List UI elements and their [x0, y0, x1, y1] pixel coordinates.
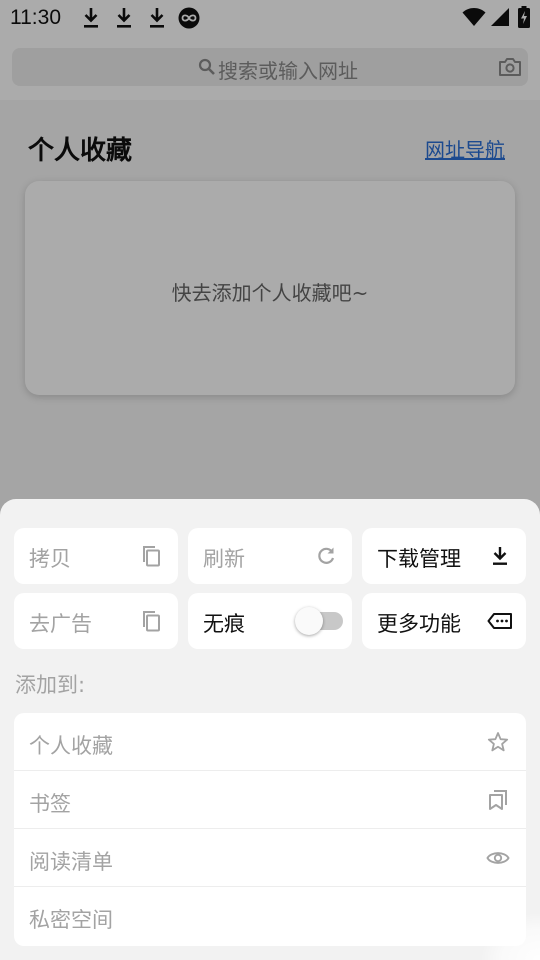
add-to-bookmarks[interactable]: 书签	[14, 771, 526, 829]
list-item-label: 书签	[29, 792, 71, 816]
add-to-private-space[interactable]: 私密空间	[14, 887, 526, 945]
incognito-tile[interactable]: 无痕	[188, 593, 352, 649]
add-to-label: 添加到:	[15, 673, 86, 697]
more-features-label: 更多功能	[377, 612, 461, 636]
list-item-label: 个人收藏	[29, 734, 113, 758]
download-icon	[493, 547, 507, 565]
add-to-list: 个人收藏 书签 阅读清单 私密空间	[14, 713, 526, 946]
download-manager-tile[interactable]: 下载管理	[362, 528, 526, 584]
remove-ads-label: 去广告	[29, 612, 92, 636]
copy-label: 拷贝	[29, 547, 71, 571]
remove-ads-tile[interactable]: 去广告	[14, 593, 178, 649]
incognito-label: 无痕	[203, 612, 245, 636]
copy-tile[interactable]: 拷贝	[14, 528, 178, 584]
bookmark-icon	[489, 790, 507, 810]
add-to-favorites[interactable]: 个人收藏	[14, 713, 526, 771]
incognito-toggle[interactable]	[295, 607, 347, 635]
list-item-label: 私密空间	[29, 908, 113, 932]
corner-glow	[480, 912, 540, 960]
copy-icon	[143, 611, 160, 632]
refresh-label: 刷新	[203, 547, 245, 571]
download-manager-label: 下载管理	[377, 547, 461, 571]
copy-icon	[143, 546, 160, 567]
eye-icon	[486, 852, 510, 864]
toggle-knob	[295, 607, 323, 635]
star-icon	[487, 732, 509, 752]
refresh-icon	[318, 547, 335, 564]
more-features-tile[interactable]: 更多功能	[362, 593, 526, 649]
list-item-label: 阅读清单	[29, 850, 113, 874]
more-tag-icon	[487, 613, 512, 629]
refresh-tile[interactable]: 刷新	[188, 528, 352, 584]
add-to-reading-list[interactable]: 阅读清单	[14, 829, 526, 887]
